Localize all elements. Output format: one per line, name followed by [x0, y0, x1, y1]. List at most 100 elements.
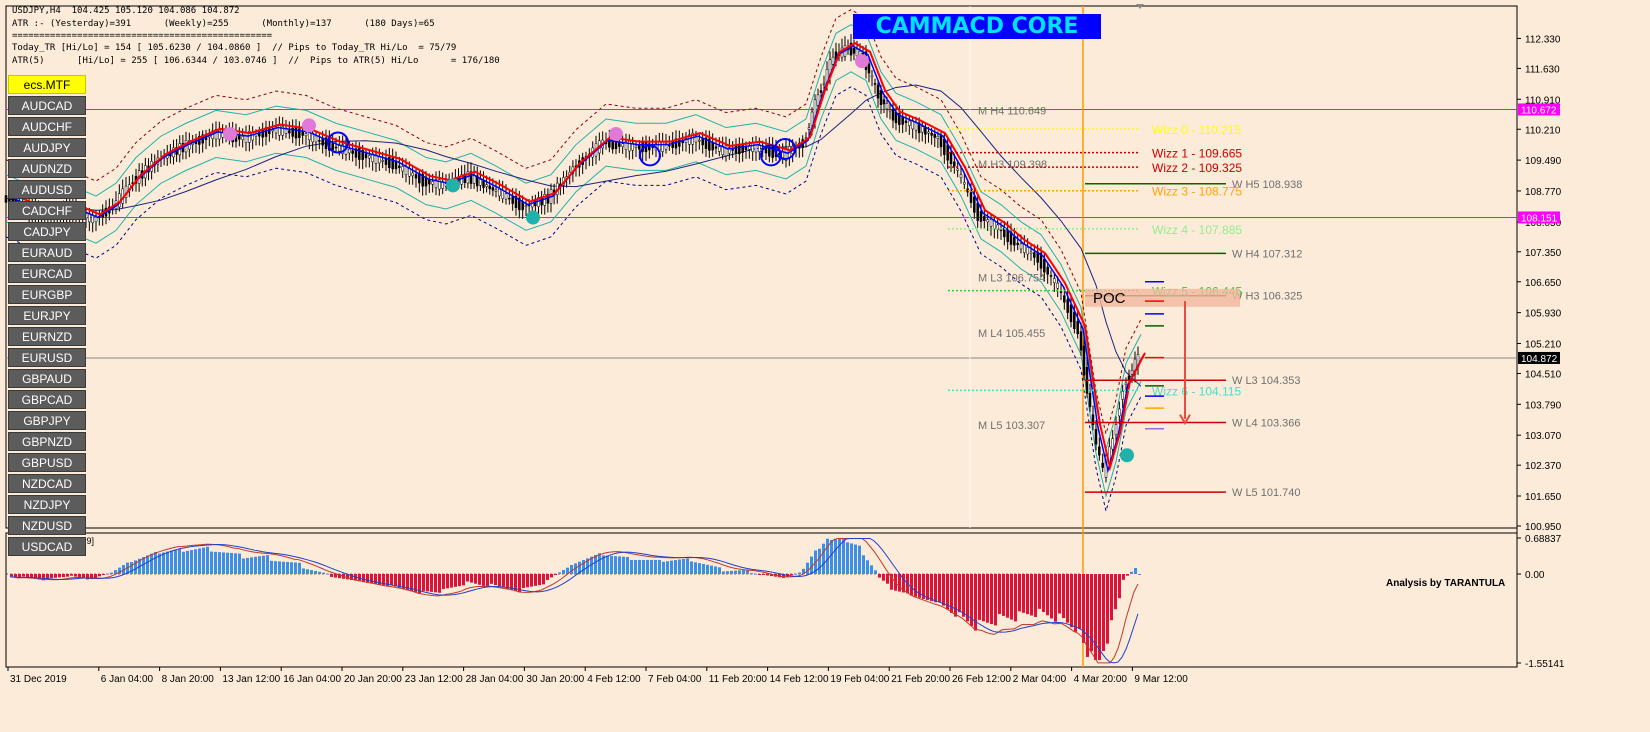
macd-histogram-bar	[302, 568, 305, 574]
candle-body	[1069, 304, 1073, 322]
candle-body	[989, 219, 993, 227]
macd-histogram-bar	[22, 574, 25, 577]
macd-histogram-bar	[166, 551, 169, 574]
macd-histogram-bar	[1118, 574, 1121, 599]
sidebar-item-gbpusd[interactable]: GBPUSD	[8, 453, 86, 472]
candle-body	[831, 56, 835, 65]
candle-body	[963, 182, 966, 185]
price-chart-svg[interactable]: 112.330111.630110.910110.210109.490108.7…	[0, 0, 1650, 727]
sidebar-item-eurjpy[interactable]: EURJPY	[8, 306, 86, 325]
candle-body	[976, 202, 979, 221]
candle-body	[939, 135, 943, 148]
price-tick-label: 106.650	[1525, 278, 1562, 289]
time-tick-label: 2 Mar 04:00	[1013, 674, 1067, 685]
candle-body	[904, 120, 908, 123]
weekly-pivot-label: W L4 103.366	[1232, 417, 1301, 429]
candle-body	[618, 142, 621, 147]
macd-histogram-bar	[102, 574, 105, 575]
candle-body	[973, 196, 976, 213]
candle-body	[621, 143, 624, 147]
candle-body	[1073, 311, 1076, 329]
macd-histogram-bar	[854, 544, 857, 574]
time-tick-label: 16 Jan 04:00	[283, 674, 341, 685]
sidebar-item-audusd[interactable]: AUDUSD	[8, 180, 86, 199]
macd-histogram-bar	[678, 559, 681, 574]
sidebar-item-eurnzd[interactable]: EURNZD	[8, 327, 86, 346]
macd-histogram-bar	[762, 574, 765, 575]
sidebar-item-gbpjpy[interactable]: GBPJPY	[8, 411, 86, 430]
candle-body	[943, 138, 946, 155]
candle-body	[1114, 424, 1118, 435]
price-badge-label: 110.672	[1521, 105, 1557, 116]
candle-body	[933, 133, 936, 138]
macd-histogram-bar	[422, 574, 425, 591]
macd-histogram-bar	[502, 574, 505, 588]
time-tick-label: 11 Feb 20:00	[709, 674, 768, 685]
sidebar-item-cadchf[interactable]: CADCHF	[8, 201, 86, 220]
sidebar-item-gbpnzd[interactable]: GBPNZD	[8, 432, 86, 451]
sidebar-item-nzdusd[interactable]: NZDUSD	[8, 516, 86, 535]
macd-histogram-bar	[1042, 574, 1045, 613]
macd-histogram-bar	[954, 574, 957, 617]
macd-histogram-bar	[26, 574, 29, 578]
macd-histogram-bar	[58, 574, 61, 578]
macd-histogram-bar	[766, 574, 769, 576]
macd-histogram-bar	[194, 549, 197, 574]
sidebar-item-audnzd[interactable]: AUDNZD	[8, 159, 86, 178]
sidebar-item-eurusd[interactable]: EURUSD	[8, 348, 86, 367]
sidebar-item-audcad[interactable]: AUDCAD	[8, 96, 86, 115]
candle-body	[701, 138, 704, 146]
macd-histogram-bar	[790, 574, 793, 576]
sidebar-item-eurcad[interactable]: EURCAD	[8, 264, 86, 283]
separator-line: ========================================…	[12, 31, 273, 41]
sell-signal-dot	[609, 126, 623, 141]
price-tick-label: 107.350	[1525, 248, 1562, 259]
candle-body	[698, 139, 701, 142]
sidebar-item-audchf[interactable]: AUDCHF	[8, 117, 86, 136]
macd-tick-label: 0.00	[1525, 570, 1545, 581]
macd-histogram-bar	[938, 574, 941, 602]
macd-tick-label: 0.68837	[1525, 534, 1562, 545]
macd-histogram-bar	[218, 552, 221, 574]
macd-histogram-bar	[718, 567, 721, 574]
candle-body	[318, 140, 321, 142]
sidebar-item-gbpaud[interactable]: GBPAUD	[8, 369, 86, 388]
macd-histogram-bar	[266, 555, 269, 574]
sidebar-item-nzdcad[interactable]: NZDCAD	[8, 474, 86, 493]
macd-histogram-bar	[658, 559, 661, 574]
sidebar-item-usdcad[interactable]: USDCAD	[8, 537, 86, 556]
sidebar-item-euraud[interactable]: EURAUD	[8, 243, 86, 262]
buy-signal-dot	[526, 210, 540, 225]
sidebar-item-nzdjpy[interactable]: NZDJPY	[8, 495, 86, 514]
sidebar-item-audjpy[interactable]: AUDJPY	[8, 138, 86, 157]
sidebar-item-ecs-mtf[interactable]: ecs.MTF	[8, 75, 86, 94]
macd-histogram-bar	[490, 574, 493, 584]
sidebar-item-gbpcad[interactable]: GBPCAD	[8, 390, 86, 409]
macd-histogram-bar	[446, 574, 449, 589]
time-tick-label: 4 Feb 12:00	[587, 674, 641, 685]
macd-tick-label: -1.55141	[1525, 659, 1565, 670]
upper-bollinger	[5, 24, 1142, 451]
macd-histogram-bar	[530, 574, 533, 587]
price-tick-label: 109.490	[1525, 156, 1562, 167]
macd-histogram-bar	[314, 570, 317, 574]
weekly-pivot-label: W H5 108.938	[1232, 179, 1302, 191]
macd-histogram-bar	[322, 572, 325, 574]
macd-histogram-bar	[630, 559, 633, 574]
macd-histogram-bar	[454, 574, 457, 587]
macd-histogram-bar	[522, 574, 525, 589]
sidebar-item-eurgbp[interactable]: EURGBP	[8, 285, 86, 304]
candle-body	[731, 149, 734, 151]
macd-histogram-bar	[250, 557, 253, 574]
candle-body	[959, 174, 963, 178]
macd-histogram-bar	[214, 551, 217, 574]
candle-body	[504, 193, 508, 200]
candle-body	[1088, 392, 1092, 408]
macd-histogram-bar	[706, 564, 709, 574]
macd-histogram-bar	[614, 556, 617, 574]
macd-histogram-bar	[290, 562, 293, 574]
macd-histogram-bar	[594, 554, 597, 574]
sidebar-item-cadjpy[interactable]: CADJPY	[8, 222, 86, 241]
monthly-pivot-label: M L3 106.754	[978, 272, 1045, 284]
candle-body	[751, 142, 754, 152]
